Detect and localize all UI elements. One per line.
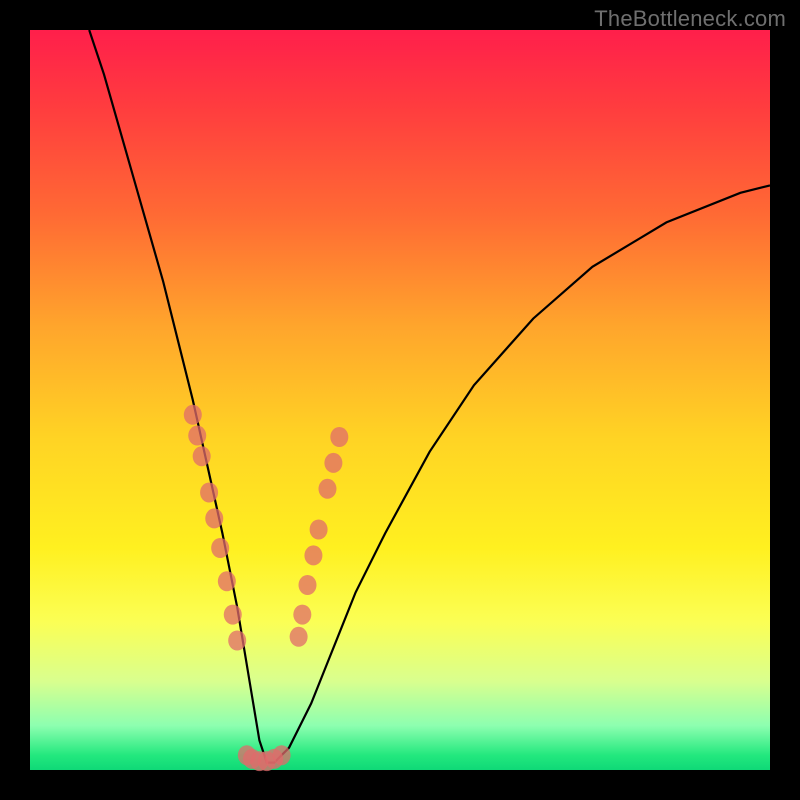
watermark-text: TheBottleneck.com xyxy=(594,6,786,32)
bottleneck-curve xyxy=(89,30,770,763)
data-point xyxy=(318,479,336,499)
chart-svg xyxy=(30,30,770,770)
data-point xyxy=(293,605,311,625)
data-point xyxy=(184,405,202,425)
data-point xyxy=(330,427,348,447)
data-point xyxy=(205,508,223,528)
chart-frame: TheBottleneck.com xyxy=(0,0,800,800)
data-point xyxy=(211,538,229,558)
data-point xyxy=(188,426,206,446)
curve-layer xyxy=(89,30,770,763)
data-point xyxy=(224,605,242,625)
chart-plot-area xyxy=(30,30,770,770)
data-point xyxy=(218,571,236,591)
data-point xyxy=(200,483,218,503)
data-point xyxy=(193,446,211,466)
data-point xyxy=(299,575,317,595)
data-point xyxy=(324,453,342,473)
data-point xyxy=(228,631,246,651)
data-point xyxy=(304,545,322,565)
data-point xyxy=(310,520,328,540)
scatter-dots xyxy=(184,405,349,771)
data-point xyxy=(273,745,291,765)
data-point xyxy=(290,627,308,647)
